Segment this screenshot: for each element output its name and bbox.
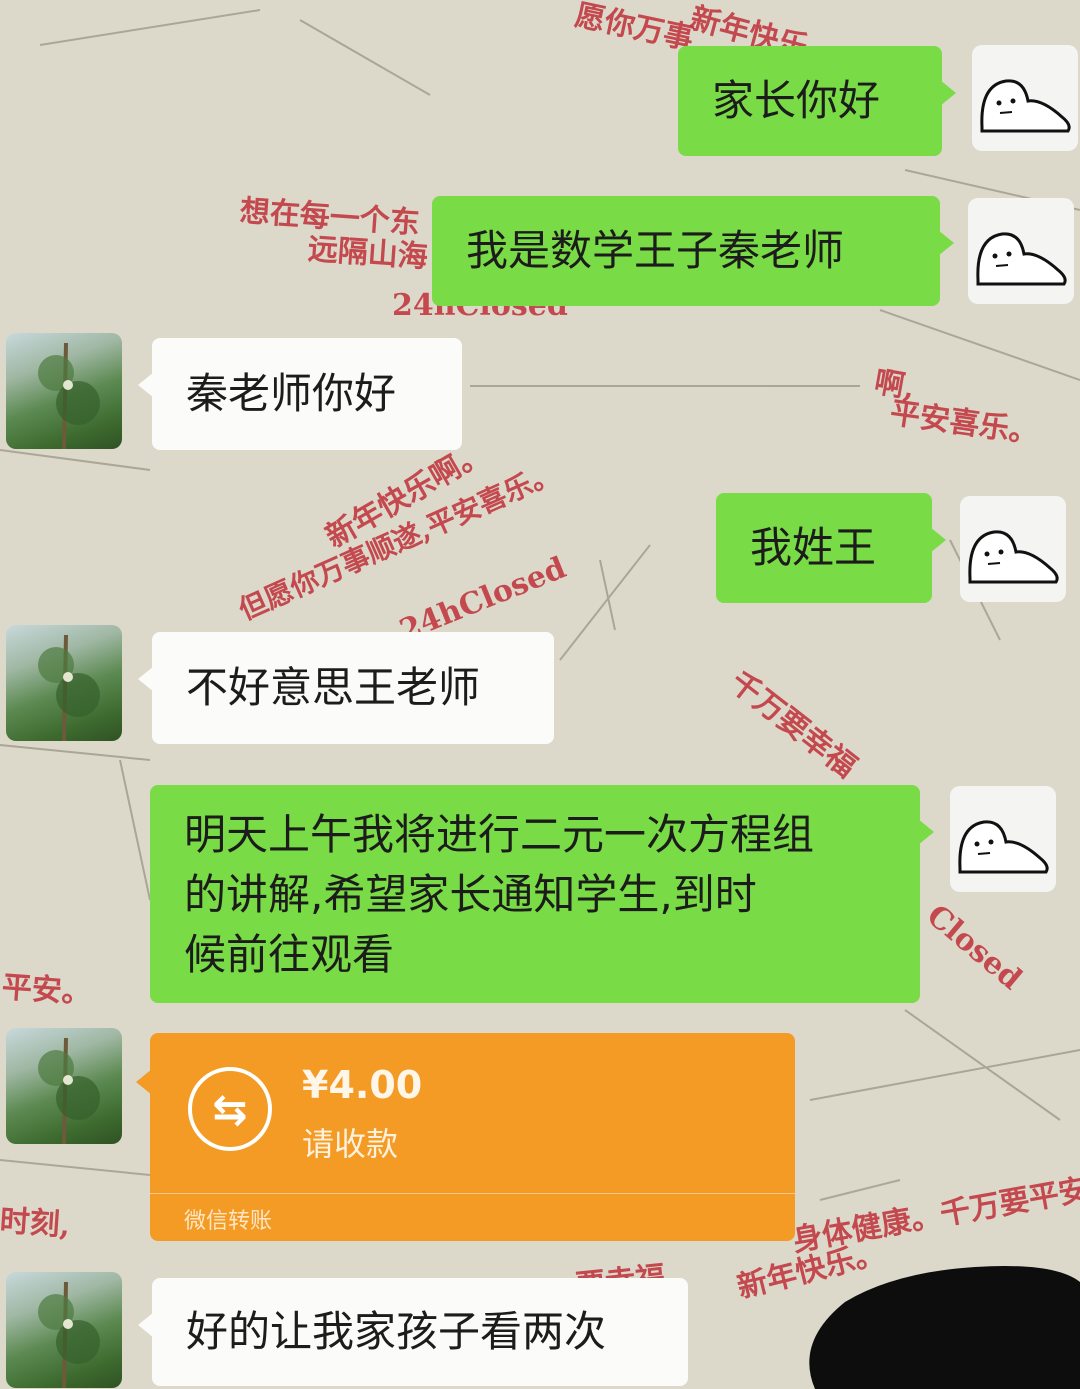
tree-photo-icon <box>38 1037 100 1144</box>
contact-avatar[interactable] <box>6 625 122 741</box>
message-text: 好的让我家孩子看两次 <box>186 1307 607 1356</box>
message-text: 家长你好 <box>712 76 881 125</box>
watermark-text: 平安。 <box>0 969 93 1012</box>
tree-photo-icon <box>38 342 100 449</box>
contact-avatar[interactable] <box>6 1272 122 1388</box>
received-message-bubble[interactable]: 好的让我家孩子看两次 <box>138 1278 688 1386</box>
my-avatar[interactable] <box>960 496 1066 602</box>
my-avatar[interactable] <box>950 786 1056 892</box>
message-text-line: 候前往观看 <box>184 930 395 979</box>
message-text: 我姓王 <box>750 523 877 572</box>
contact-avatar[interactable] <box>6 333 122 449</box>
wechat-transfer-card[interactable]: ⇆ ¥4.00 请收款 微信转账 <box>136 1033 795 1241</box>
transfer-amount: ¥4.00 <box>302 1063 423 1107</box>
redaction-blot <box>809 1266 1080 1389</box>
message-text: 秦老师你好 <box>186 369 397 418</box>
watermark-text: 时刻, <box>0 1203 72 1244</box>
cartoon-blob-icon <box>980 79 1071 133</box>
sent-message-bubble[interactable]: 家长你好 <box>678 46 956 156</box>
received-message-bubble[interactable]: 秦老师你好 <box>138 338 462 450</box>
sent-message-bubble[interactable]: 明天上午我将进行二元一次方程组 的讲解,希望家长通知学生,到时 候前往观看 <box>150 785 934 1003</box>
my-avatar[interactable] <box>972 45 1078 151</box>
message-text: 不好意思王老师 <box>186 663 481 712</box>
message-text-line: 的讲解,希望家长通知学生,到时 <box>184 870 757 919</box>
sent-message-bubble[interactable]: 我姓王 <box>716 493 946 603</box>
divider <box>150 1193 795 1194</box>
tree-photo-icon <box>38 634 100 741</box>
cartoon-blob-icon <box>976 232 1067 286</box>
contact-avatar[interactable] <box>6 1028 122 1144</box>
message-text: 我是数学王子秦老师 <box>466 226 845 275</box>
my-avatar[interactable] <box>968 198 1074 304</box>
transfer-arrows-icon: ⇆ <box>188 1067 272 1151</box>
transfer-description: 请收款 <box>302 1125 399 1163</box>
received-message-bubble[interactable]: 不好意思王老师 <box>138 632 554 744</box>
tree-photo-icon <box>38 1281 100 1388</box>
message-text-line: 明天上午我将进行二元一次方程组 <box>184 810 815 859</box>
cartoon-blob-icon <box>958 820 1049 874</box>
cartoon-blob-icon <box>968 530 1059 584</box>
watermark-text: 远隔山海 <box>306 231 429 276</box>
transfer-footer-label: 微信转账 <box>184 1209 273 1234</box>
sent-message-bubble[interactable]: 我是数学王子秦老师 <box>432 196 954 306</box>
